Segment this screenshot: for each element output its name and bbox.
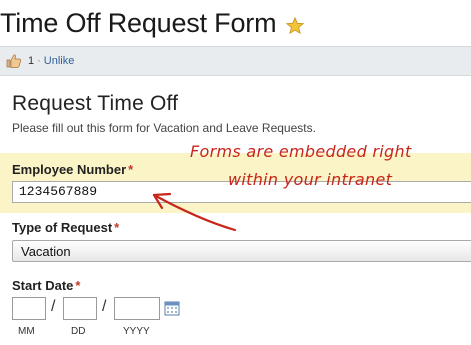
request-type-select[interactable]: Vacation (12, 240, 471, 262)
request-type-label: Type of Request * (12, 220, 119, 235)
annotation-line-1: Forms are embedded right (190, 142, 412, 161)
start-date-month-input[interactable] (12, 297, 46, 320)
start-date-day-input[interactable] (63, 297, 97, 320)
form-description: Please fill out this form for Vacation a… (12, 121, 316, 135)
request-type-label-text: Type of Request (12, 220, 113, 235)
month-hint: MM (18, 326, 35, 337)
like-bar: 1 · Unlike (0, 46, 471, 76)
unlike-link[interactable]: Unlike (44, 55, 75, 67)
thumbs-up-icon[interactable] (6, 53, 22, 69)
date-separator: / (102, 298, 107, 315)
employee-number-label: Employee Number * (12, 162, 133, 177)
page-title: Time Off Request Form (0, 8, 305, 39)
day-hint: DD (71, 326, 86, 337)
date-separator: / (51, 298, 56, 315)
employee-number-label-text: Employee Number (12, 162, 127, 177)
year-hint: YYYY (123, 326, 150, 337)
like-separator: · (37, 55, 41, 67)
start-date-label-text: Start Date (12, 278, 74, 293)
start-date-label: Start Date * (12, 278, 80, 293)
form-heading: Request Time Off (12, 92, 179, 115)
calendar-icon[interactable] (164, 300, 180, 316)
like-count: 1 (28, 55, 35, 67)
required-marker: * (114, 220, 120, 235)
required-marker: * (128, 162, 134, 177)
start-date-year-input[interactable] (114, 297, 160, 320)
annotation-arrow (152, 192, 237, 232)
required-marker: * (75, 278, 81, 293)
page-title-text: Time Off Request Form (0, 8, 277, 38)
star-icon[interactable] (286, 16, 305, 35)
